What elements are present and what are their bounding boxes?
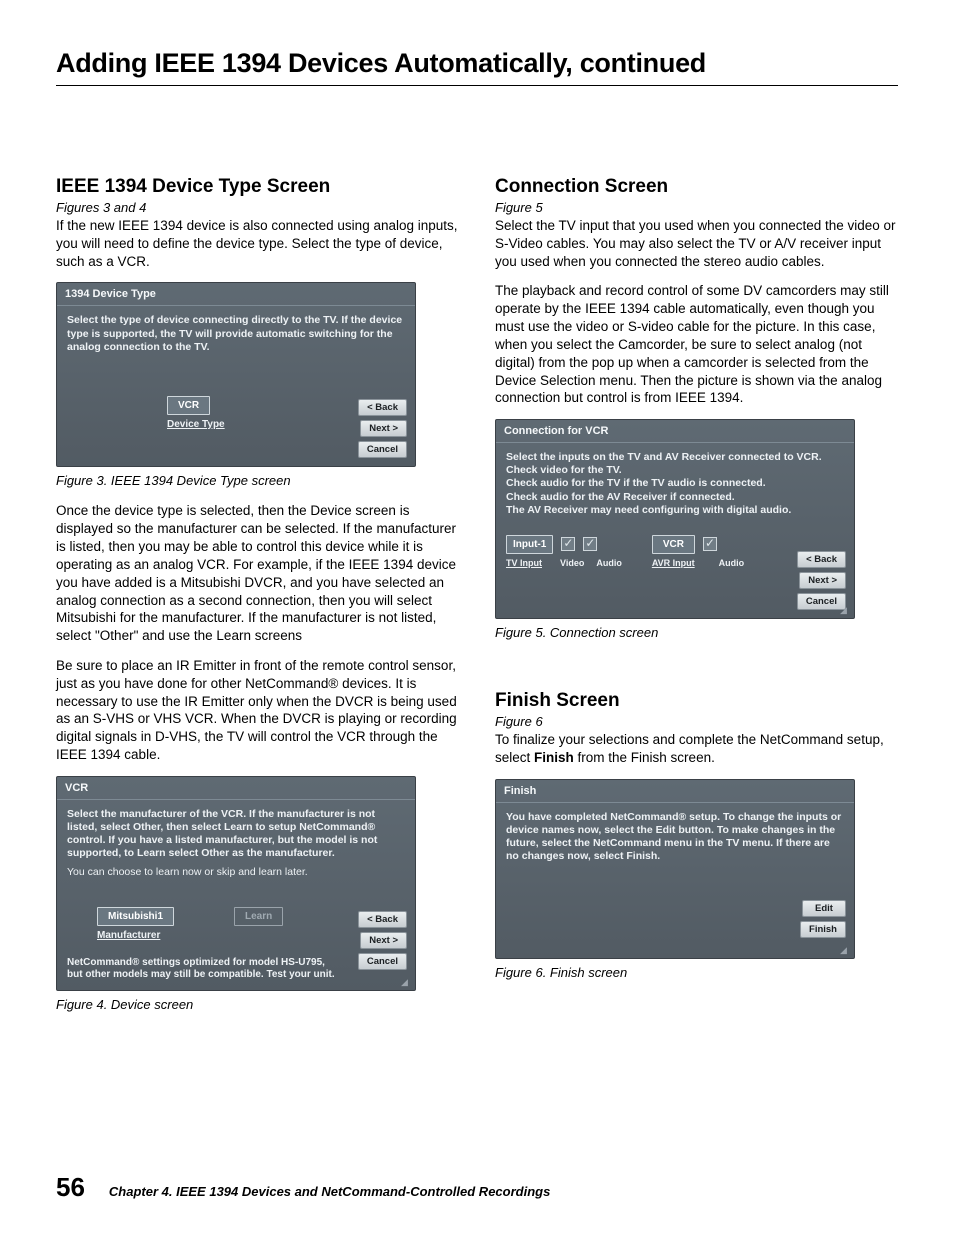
instr-line: Check video for the TV. xyxy=(506,464,844,477)
dialog-title: 1394 Device Type xyxy=(57,283,415,306)
dialog-infoline: You can choose to learn now or skip and … xyxy=(67,866,405,879)
next-button[interactable]: Next > xyxy=(799,572,846,589)
manufacturer-field[interactable]: Mitsubishi1 xyxy=(97,907,174,926)
audio-label-avr: Audio xyxy=(719,558,745,568)
tv-input-field[interactable]: Input-1 xyxy=(506,535,553,554)
text-span: from the Finish screen. xyxy=(574,750,715,765)
page-footer: 56 Chapter 4. IEEE 1394 Devices and NetC… xyxy=(56,1172,898,1203)
section-heading-finish: Finish Screen xyxy=(495,690,898,712)
edit-button[interactable]: Edit xyxy=(802,900,846,917)
two-column-layout: IEEE 1394 Device Type Screen Figures 3 a… xyxy=(56,176,898,1026)
learn-button[interactable]: Learn xyxy=(234,907,283,926)
tv-input-label: TV Input xyxy=(506,558,542,568)
cancel-button[interactable]: Cancel xyxy=(797,593,846,610)
dialog-instructions: Select the manufacturer of the VCR. If t… xyxy=(67,808,405,861)
next-button[interactable]: Next > xyxy=(360,932,407,949)
avr-input-label: AVR Input xyxy=(652,558,695,568)
figure-reference: Figure 5 xyxy=(495,200,898,215)
tv-input-group: Input-1 TV Input Video Audio xyxy=(506,535,622,568)
dialog-title: VCR xyxy=(57,777,415,800)
dialog-title: Connection for VCR xyxy=(496,420,854,443)
dialog-instructions: Select the type of device connecting dir… xyxy=(67,314,405,353)
dialog-title: Finish xyxy=(496,780,854,803)
figure4-caption: Figure 4. Device screen xyxy=(56,997,459,1012)
audio-checkbox-tv[interactable] xyxy=(583,537,597,551)
optimized-note-line2: but other models may still be compatible… xyxy=(67,969,335,980)
body-paragraph: Select the TV input that you used when y… xyxy=(495,217,898,270)
instr-line: Check audio for the AV Receiver if conne… xyxy=(506,491,844,504)
finish-button[interactable]: Finish xyxy=(800,921,846,938)
dialog-instructions: You have completed NetCommand® setup. To… xyxy=(506,811,844,864)
title-rule xyxy=(56,85,898,86)
video-label: Video xyxy=(560,558,584,568)
page-title: Adding IEEE 1394 Devices Automatically, … xyxy=(56,48,898,79)
body-paragraph: To finalize your selections and complete… xyxy=(495,731,898,767)
instr-line: Check audio for the TV if the TV audio i… xyxy=(506,477,844,490)
figure-reference: Figure 6 xyxy=(495,714,898,729)
manufacturer-label: Manufacturer xyxy=(97,930,174,941)
body-paragraph: Be sure to place an IR Emitter in front … xyxy=(56,657,459,764)
audio-checkbox-avr[interactable] xyxy=(703,537,717,551)
back-button[interactable]: < Back xyxy=(358,911,407,928)
dialog-vcr-manufacturer: VCR Select the manufacturer of the VCR. … xyxy=(56,776,416,991)
dialog-instructions: Select the inputs on the TV and AV Recei… xyxy=(506,451,844,517)
figure3-caption: Figure 3. IEEE 1394 Device Type screen xyxy=(56,473,459,488)
resize-grip-icon: ◢ xyxy=(840,945,850,955)
body-paragraph: The playback and record control of some … xyxy=(495,282,898,407)
page-number: 56 xyxy=(56,1172,85,1203)
section-heading-connection: Connection Screen xyxy=(495,176,898,198)
cancel-button[interactable]: Cancel xyxy=(358,441,407,458)
resize-grip-icon: ◢ xyxy=(401,977,411,987)
body-paragraph: Once the device type is selected, then t… xyxy=(56,502,459,645)
figure5-caption: Figure 5. Connection screen xyxy=(495,625,898,640)
section-heading-device-type: IEEE 1394 Device Type Screen xyxy=(56,176,459,198)
body-paragraph: If the new IEEE 1394 device is also conn… xyxy=(56,217,459,270)
figure6-caption: Figure 6. Finish screen xyxy=(495,965,898,980)
cancel-button[interactable]: Cancel xyxy=(358,953,407,970)
dialog-device-type: 1394 Device Type Select the type of devi… xyxy=(56,282,416,467)
device-type-field[interactable]: VCR xyxy=(167,396,210,415)
left-column: IEEE 1394 Device Type Screen Figures 3 a… xyxy=(56,176,459,1026)
audio-label: Audio xyxy=(596,558,622,568)
back-button[interactable]: < Back xyxy=(797,551,846,568)
figure-reference: Figures 3 and 4 xyxy=(56,200,459,215)
avr-input-group: VCR AVR Input Audio xyxy=(652,535,744,568)
right-column: Connection Screen Figure 5 Select the TV… xyxy=(495,176,898,1026)
dialog-finish: Finish You have completed NetCommand® se… xyxy=(495,779,855,959)
instr-line: Select the inputs on the TV and AV Recei… xyxy=(506,451,844,464)
video-checkbox[interactable] xyxy=(561,537,575,551)
next-button[interactable]: Next > xyxy=(360,420,407,437)
chapter-label: Chapter 4. IEEE 1394 Devices and NetComm… xyxy=(109,1184,550,1199)
instr-line: The AV Receiver may need configuring wit… xyxy=(506,504,844,517)
resize-grip-icon: ◢ xyxy=(840,605,850,615)
dialog-connection: Connection for VCR Select the inputs on … xyxy=(495,419,855,619)
back-button[interactable]: < Back xyxy=(358,399,407,416)
avr-input-field[interactable]: VCR xyxy=(652,535,695,554)
optimized-note-line1: NetCommand® settings optimized for model… xyxy=(67,957,325,968)
finish-bold: Finish xyxy=(534,750,574,765)
